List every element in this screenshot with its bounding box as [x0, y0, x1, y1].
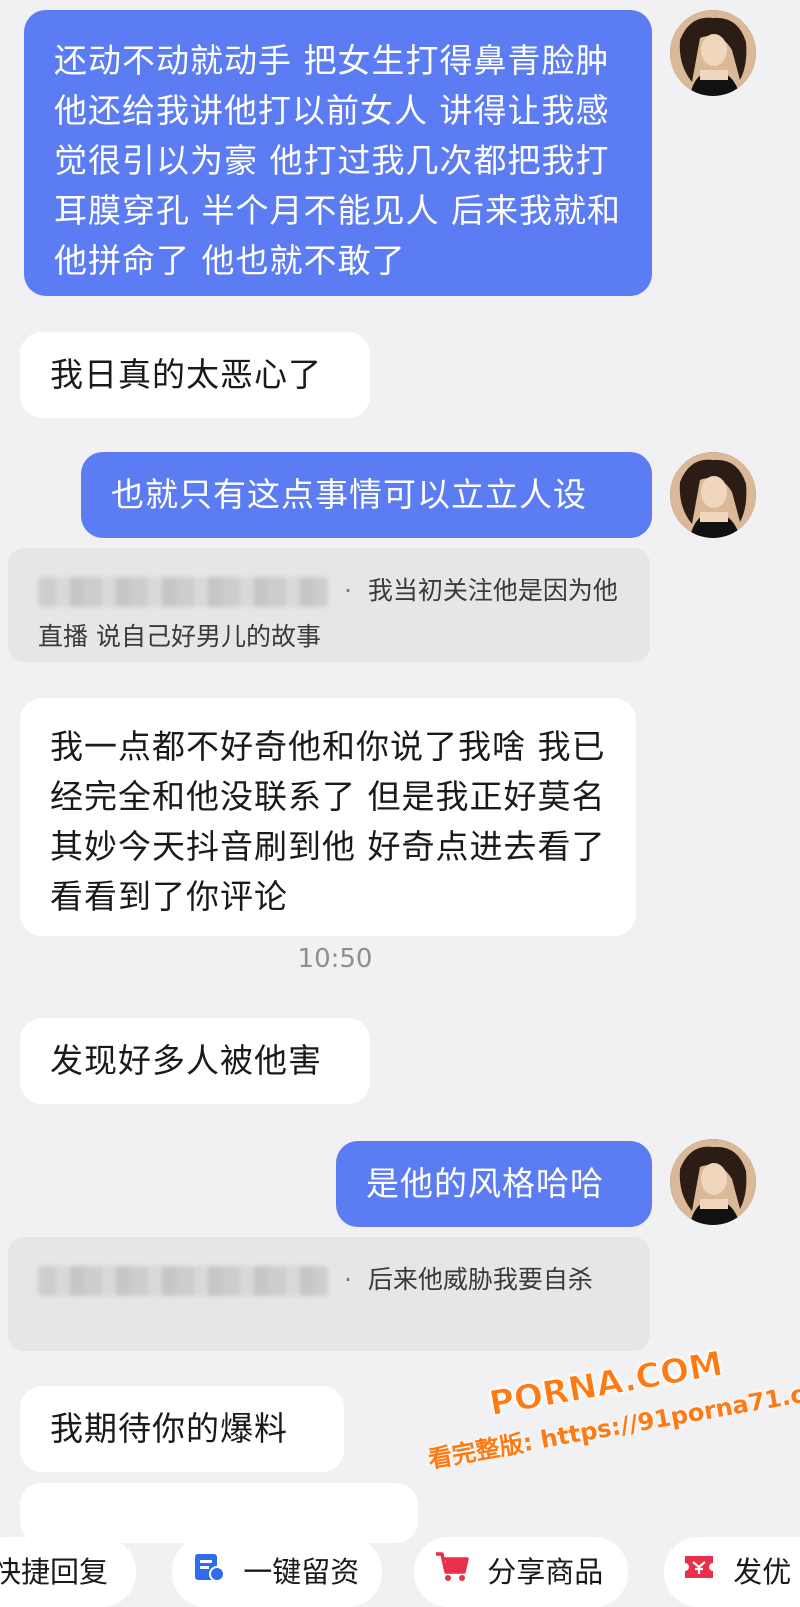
cart-icon [434, 1539, 470, 1607]
portrait-image [670, 1139, 756, 1225]
redacted-username [38, 1266, 328, 1296]
received-message-bubble[interactable]: 我期待你的爆料 [20, 1386, 344, 1472]
sent-message-bubble[interactable]: 还动不动就动手 把女生打得鼻青脸肿 他还给我讲他打以前女人 讲得让我感觉很引以为… [24, 10, 652, 296]
quick-actions-bar: 快捷回复 一键留资 分享商品 发优 [0, 1527, 800, 1607]
received-message-bubble[interactable]: 发现好多人被他害 [20, 1018, 370, 1104]
separator-dot: · [343, 576, 352, 605]
collect-info-label: 一键留资 [243, 1555, 360, 1589]
form-icon [192, 1539, 226, 1607]
portrait-image [670, 10, 756, 96]
portrait-image [670, 452, 756, 538]
received-message-bubble[interactable]: 我一点都不好奇他和你说了我啥 我已经完全和他没联系了 但是我正好莫名其妙今天抖音… [20, 698, 636, 936]
separator-dot: · [343, 1265, 352, 1294]
quoted-message[interactable]: · 后来他威胁我要自杀 [8, 1237, 650, 1351]
quoted-message[interactable]: · 我当初关注他是因为他直播 说自己好男儿的故事 [8, 548, 650, 662]
user-avatar[interactable] [670, 1139, 756, 1225]
coupon-icon [682, 1539, 716, 1607]
collect-info-button[interactable]: 一键留资 [172, 1537, 382, 1607]
share-product-button[interactable]: 分享商品 [414, 1537, 628, 1607]
sent-message-bubble[interactable]: 也就只有这点事情可以立立人设 [81, 452, 652, 538]
quoted-text: 后来他威胁我要自杀 [367, 1265, 593, 1294]
quick-reply-button[interactable]: 快捷回复 [0, 1537, 136, 1607]
redacted-username [38, 577, 328, 607]
sent-message-bubble[interactable]: 是他的风格哈哈 [336, 1141, 652, 1227]
quick-reply-label: 快捷回复 [0, 1555, 109, 1589]
user-avatar[interactable] [670, 452, 756, 538]
share-product-label: 分享商品 [487, 1555, 604, 1589]
send-coupon-label: 发优 [733, 1555, 792, 1589]
received-message-bubble[interactable]: 我日真的太恶心了 [20, 332, 370, 418]
send-coupon-button[interactable]: 发优 [664, 1537, 800, 1607]
user-avatar[interactable] [670, 10, 756, 96]
message-timestamp: 10:50 [297, 944, 373, 974]
